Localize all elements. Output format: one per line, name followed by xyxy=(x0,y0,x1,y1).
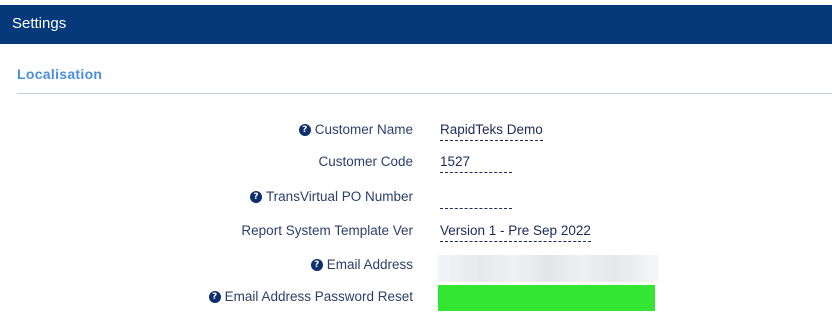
field-row-customer-name: ? Customer Name RapidTeks Demo xyxy=(0,119,832,143)
field-label-transvirtual-po-number: ? TransVirtual PO Number xyxy=(249,189,413,204)
field-row-email-password-reset: ? Email Address Password Reset xyxy=(0,285,832,311)
field-label-report-template-ver: Report System Template Ver xyxy=(241,223,413,238)
field-row-report-template-ver: Report System Template Ver Version 1 - P… xyxy=(0,220,832,244)
field-label-email-address: ? Email Address xyxy=(310,257,413,272)
report-template-ver-value[interactable]: Version 1 - Pre Sep 2022 xyxy=(440,223,591,242)
settings-header: Settings xyxy=(0,5,832,44)
customer-code-value[interactable]: 1527 xyxy=(440,154,512,173)
label-text: Email Address xyxy=(326,257,413,272)
question-circle-icon[interactable]: ? xyxy=(249,190,262,203)
field-label-customer-name: ? Customer Name xyxy=(298,122,413,137)
field-row-customer-code: Customer Code 1527 xyxy=(0,151,832,175)
field-label-email-password-reset: ? Email Address Password Reset xyxy=(208,289,413,304)
field-row-email-address: ? Email Address xyxy=(0,254,832,282)
email-address-value-redacted[interactable] xyxy=(437,255,659,282)
customer-name-value[interactable]: RapidTeks Demo xyxy=(440,122,543,141)
field-label-customer-code: Customer Code xyxy=(318,154,413,169)
question-circle-icon[interactable]: ? xyxy=(208,290,221,303)
question-circle-icon[interactable]: ? xyxy=(310,258,323,271)
label-text: TransVirtual PO Number xyxy=(265,189,413,204)
email-password-reset-value-redacted[interactable] xyxy=(438,285,655,311)
section-title-localisation: Localisation xyxy=(17,66,103,82)
field-row-transvirtual-po-number: ? TransVirtual PO Number xyxy=(0,186,832,210)
page-title: Settings xyxy=(12,15,67,32)
label-text: Report System Template Ver xyxy=(241,223,413,238)
question-circle-icon[interactable]: ? xyxy=(298,123,311,136)
transvirtual-po-number-value[interactable] xyxy=(440,189,512,209)
label-text: Customer Name xyxy=(314,122,413,137)
label-text: Customer Code xyxy=(318,154,413,169)
label-text: Email Address Password Reset xyxy=(224,289,413,304)
section-divider xyxy=(17,93,832,94)
